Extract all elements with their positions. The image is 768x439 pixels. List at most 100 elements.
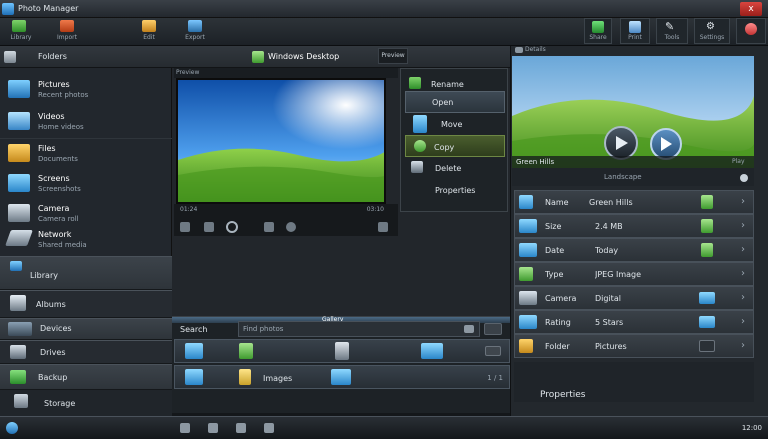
detail-row-name[interactable]: Name Green Hills › xyxy=(514,190,754,214)
detail-row-folder[interactable]: Folder Pictures › xyxy=(514,334,754,358)
thumb-edit-icon[interactable] xyxy=(239,343,253,359)
toolbar-import-button[interactable]: Import xyxy=(52,20,82,44)
sidebar-band-library[interactable]: Library xyxy=(0,256,172,290)
toolbar-settings-button[interactable]: ⚙ Settings xyxy=(694,18,730,44)
network-icon xyxy=(5,230,33,246)
thumb-row-2: Images 1 / 1 xyxy=(174,365,510,389)
thumb-note-icon[interactable] xyxy=(239,369,251,385)
detail-row-type[interactable]: Type JPEG Image › xyxy=(514,262,754,286)
rewind-icon[interactable] xyxy=(204,222,214,232)
sidebar-item-videos[interactable]: Videos Home videos xyxy=(4,108,170,138)
export-icon xyxy=(188,20,202,32)
title-bar: Photo Manager x xyxy=(0,0,768,18)
sidebar-item-network[interactable]: Network Shared media xyxy=(4,226,170,256)
page-indicator: 1 / 1 xyxy=(487,374,503,382)
details-footer: Properties xyxy=(514,362,754,402)
menu-item-move[interactable]: Move xyxy=(405,113,505,135)
sidebar-band-drives[interactable]: Drives xyxy=(0,340,172,364)
sidebar-title: Folders xyxy=(38,52,67,61)
sidebar-header: Folders xyxy=(0,46,172,68)
chevron-right-icon: › xyxy=(741,244,745,255)
menu-item-properties[interactable]: Properties xyxy=(405,179,505,201)
taskbar-clock: 12:00 xyxy=(741,424,762,432)
taskbar-app-4-icon[interactable] xyxy=(264,423,274,433)
search-icon[interactable] xyxy=(464,325,474,333)
delete-icon xyxy=(411,161,423,173)
thumb-photo-icon[interactable] xyxy=(185,369,203,385)
detail-row-camera[interactable]: Camera Digital › xyxy=(514,286,754,310)
start-icon[interactable] xyxy=(6,422,18,434)
play-arrow-icon xyxy=(616,136,628,150)
menu-item-open[interactable]: Open xyxy=(405,91,505,113)
info-icon[interactable] xyxy=(740,174,748,182)
center-header: Windows Desktop Preview xyxy=(172,46,510,68)
volume-icon[interactable] xyxy=(286,222,296,232)
preview-image[interactable] xyxy=(176,78,386,204)
folder-small-icon xyxy=(519,339,533,353)
type-icon xyxy=(519,267,533,281)
center-title: Windows Desktop xyxy=(268,52,340,61)
toolbar-edit-button[interactable]: Edit xyxy=(134,20,164,44)
menu-item-copy[interactable]: Copy xyxy=(405,135,505,157)
toolbar-share-button[interactable]: Share xyxy=(584,18,612,44)
chevron-right-icon: › xyxy=(741,220,745,231)
filter-button[interactable] xyxy=(484,323,502,335)
detail-row-date[interactable]: Date Today › xyxy=(514,238,754,262)
details-icon xyxy=(515,47,523,53)
forward-icon[interactable] xyxy=(264,222,274,232)
sidebar-band-albums[interactable]: Albums xyxy=(0,290,172,318)
name-status-icon xyxy=(701,195,713,209)
detail-row-size[interactable]: Size 2.4 MB › xyxy=(514,214,754,238)
stop-icon[interactable] xyxy=(180,222,190,232)
backup-icon xyxy=(10,370,26,384)
time-elapsed: 01:24 xyxy=(180,206,198,213)
thumb-more-icon[interactable] xyxy=(485,346,501,356)
camera-status-icon xyxy=(699,292,715,304)
next-arrow-icon xyxy=(661,137,672,151)
sidebar-item-files[interactable]: Files Documents xyxy=(4,140,170,170)
toolbar-library-button[interactable]: Library xyxy=(6,20,36,44)
sidebar-band-devices[interactable]: Devices xyxy=(0,318,172,340)
folder-status-icon xyxy=(699,340,715,352)
camera-small-icon xyxy=(519,291,537,305)
toolbar-export-button[interactable]: Export xyxy=(180,20,210,44)
folders-icon xyxy=(4,51,16,63)
date-icon xyxy=(519,243,537,257)
thumb-video-icon[interactable] xyxy=(331,369,351,385)
window-title: Photo Manager xyxy=(18,4,79,13)
menu-item-delete[interactable]: Delete xyxy=(405,157,505,179)
sidebar-item-pictures[interactable]: Pictures Recent photos xyxy=(4,76,170,106)
image-sub-bar: Landscape xyxy=(512,168,754,186)
toolbar: Library Import Edit Export Share Print ✎… xyxy=(0,18,768,46)
detail-row-rating[interactable]: Rating 5 Stars › xyxy=(514,310,754,334)
videos-icon xyxy=(8,112,30,130)
size-icon xyxy=(519,219,537,233)
toolbar-tools-button[interactable]: ✎ Tools xyxy=(656,18,688,44)
thumb-screen-icon[interactable] xyxy=(421,343,443,359)
fullscreen-icon[interactable] xyxy=(378,222,388,232)
sidebar-item-screens[interactable]: Screens Screenshots xyxy=(4,170,170,200)
desktop-icon xyxy=(252,51,264,63)
time-total: 03:10 xyxy=(366,206,384,213)
toolbar-user-button[interactable] xyxy=(736,18,766,44)
tab-preview[interactable]: Preview xyxy=(378,48,408,64)
taskbar-app-3-icon[interactable] xyxy=(236,423,246,433)
edit-icon xyxy=(142,20,156,32)
thumb-image-icon[interactable] xyxy=(185,343,203,359)
taskbar-app-2-icon[interactable] xyxy=(208,423,218,433)
sidebar-band-backup[interactable]: Backup xyxy=(0,364,172,390)
detail-image[interactable] xyxy=(512,56,754,168)
search-input[interactable]: Find photos xyxy=(238,321,480,337)
play-icon[interactable] xyxy=(226,221,238,233)
context-menu: Rename Open Move Copy Delete Properties xyxy=(400,68,508,212)
print-icon xyxy=(629,21,641,33)
toolbar-print-button[interactable]: Print xyxy=(620,18,650,44)
storage-icon xyxy=(14,394,28,408)
screens-icon xyxy=(8,174,30,192)
gallery-panel: Gallery Search Find photos Images 1 / 1 xyxy=(172,316,510,417)
close-button[interactable]: x xyxy=(740,2,762,16)
user-icon xyxy=(745,23,757,35)
camera-icon xyxy=(8,204,30,222)
thumb-doc-icon[interactable] xyxy=(335,342,349,360)
taskbar-app-1-icon[interactable] xyxy=(180,423,190,433)
